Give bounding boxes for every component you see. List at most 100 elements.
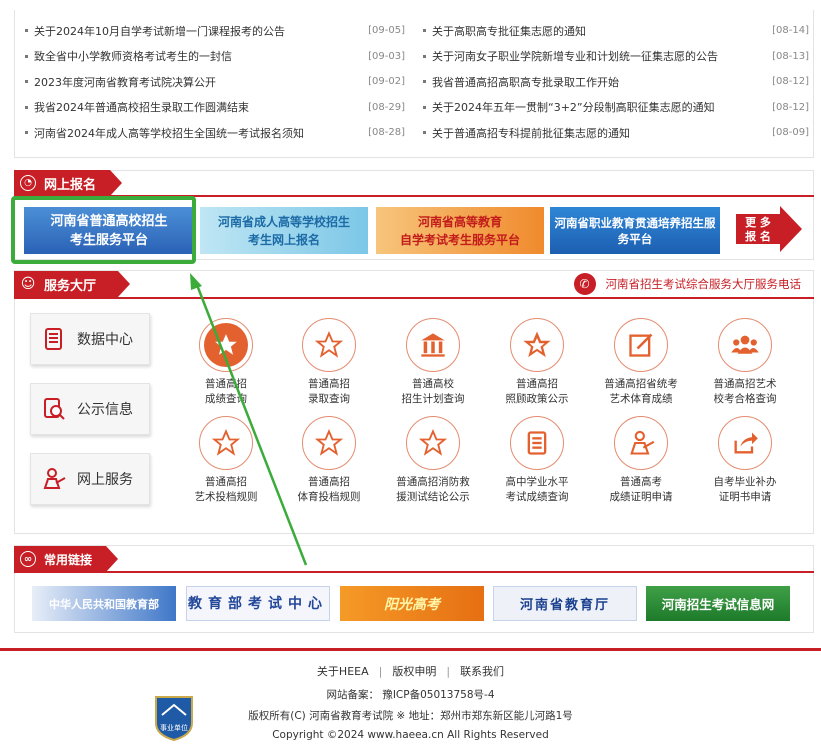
link-moe[interactable]: 中华人民共和国教育部	[32, 586, 176, 621]
link-icon: ∞	[20, 551, 36, 567]
star-icon	[315, 331, 343, 358]
service-academic-test[interactable]: 高中学业水平 考试成绩查询	[487, 416, 587, 505]
service-art-exam-qualified[interactable]: 普通高招艺术 校考合格查询	[695, 318, 795, 407]
service-label: 自考毕业补办 证明书申请	[713, 476, 777, 503]
institution-badge-icon[interactable]: 事业单位	[152, 693, 196, 741]
news-item[interactable]: 关于2024年10月自学考试新增一门课程报考的公告 [09-05]	[25, 18, 405, 44]
section-tag: ◔ 网上报名	[14, 170, 123, 196]
more-registration-button[interactable]: 更 多 报 名	[736, 206, 802, 252]
banner-adult-enrollment[interactable]: 河南省成人高等学校招生 考生网上报名	[200, 207, 368, 254]
side-button-label: 数据中心	[77, 332, 133, 348]
service-policy-notice[interactable]: 普通高招 照顾政策公示	[487, 318, 587, 407]
icon-circle	[199, 416, 253, 470]
news-item[interactable]: 关于高职高专批征集志愿的通知 [08-14]	[423, 18, 809, 44]
news-item[interactable]: 关于2024年五年一贯制“3+2”分段制高职征集志愿的通知 [08-12]	[423, 95, 809, 121]
bullet	[25, 105, 28, 109]
bullet	[423, 29, 426, 33]
news-item[interactable]: 我省普通高招高职高专批录取工作开始 [08-12]	[423, 69, 809, 95]
icon-circle	[614, 318, 668, 372]
news-item[interactable]: 2023年度河南省教育考试院决算公开 [09-02]	[25, 69, 405, 95]
news-date: [09-05]	[368, 25, 405, 37]
news-item[interactable]: 致全省中小学教师资格考试考生的一封信 [09-03]	[25, 44, 405, 70]
service-enrollment-plan[interactable]: 普通高校 招生计划查询	[383, 318, 483, 407]
news-date: [08-13]	[772, 50, 809, 62]
news-title[interactable]: 2023年度河南省教育考试院决算公开	[34, 74, 362, 90]
news-title[interactable]: 我省普通高招高职高专批录取工作开始	[432, 74, 766, 90]
footer-copyright: Copyright ©2024 www.haeea.cn All Rights …	[272, 729, 549, 741]
building-icon	[421, 333, 445, 357]
footer-nav: 关于HEEA | 版权申明 | 联系我们	[0, 663, 821, 679]
bullet	[25, 80, 28, 84]
service-label: 普通高招艺术 校考合格查询	[713, 378, 777, 405]
online-service-button[interactable]: 网上服务	[30, 453, 150, 505]
link-henan-exam-info[interactable]: 河南招生考试信息网	[646, 586, 790, 621]
icon-circle	[302, 416, 356, 470]
service-score-query[interactable]: 普通高招 成绩查询	[176, 318, 276, 407]
service-phone[interactable]: ✆ 河南省招生考试综合服务大厅服务电话	[573, 273, 802, 295]
footer-link-contact[interactable]: 联系我们	[460, 665, 504, 678]
news-title[interactable]: 关于高职高专批征集志愿的通知	[432, 23, 766, 39]
news-date: [09-03]	[368, 50, 405, 62]
icon-circle	[302, 318, 356, 372]
footer-link-about[interactable]: 关于HEEA	[317, 665, 369, 678]
bullet	[423, 105, 426, 109]
news-item[interactable]: 我省2024年普通高校招生录取工作圆满结束 [08-29]	[25, 95, 405, 121]
more-label-1: 更 多	[745, 215, 771, 229]
service-score-certificate[interactable]: 普通高考 成绩证明申请	[591, 416, 691, 505]
section-divider	[14, 297, 814, 299]
news-title[interactable]: 关于2024年10月自学考试新增一门课程报考的公告	[34, 23, 362, 39]
bullet	[423, 80, 426, 84]
service-fire-rescue[interactable]: 普通高招消防救 援测试结论公示	[383, 416, 483, 505]
news-title[interactable]: 河南省2024年成人高等学校招生全国统一考试报名须知	[34, 125, 362, 141]
news-item[interactable]: 关于普通高招专科提前批征集志愿的通知 [08-09]	[423, 120, 809, 146]
bullet	[25, 131, 28, 135]
public-info-button[interactable]: 公示信息	[30, 383, 150, 435]
section-title: 常用链接	[44, 552, 93, 567]
link-sunshine-gaokao[interactable]: 阳光高考	[340, 586, 484, 621]
section-title: 网上报名	[44, 177, 97, 193]
link-exam-center[interactable]: 教育部考试中心	[186, 586, 330, 621]
section-divider	[14, 571, 814, 573]
footer-link-copyright[interactable]: 版权申明	[392, 665, 436, 678]
banner-line: 考生服务平台	[69, 232, 148, 248]
bullet	[25, 29, 28, 33]
icon-circle	[199, 318, 253, 372]
link-label: 中华人民共和国教育部	[49, 597, 159, 611]
banner-gaokao-platform[interactable]: 河南省普通高校招生 考生服务平台	[24, 207, 194, 254]
icon-circle	[718, 318, 772, 372]
phone-label: 河南省招生考试综合服务大厅服务电话	[605, 277, 802, 291]
bullet	[25, 54, 28, 58]
service-sports-rules[interactable]: 普通高招 体育投档规则	[279, 416, 379, 505]
service-art-sports-score[interactable]: 普通高招省统考 艺术体育成绩	[591, 318, 691, 407]
data-center-button[interactable]: 数据中心	[30, 313, 150, 365]
news-list-left: 关于2024年10月自学考试新增一门课程报考的公告 [09-05] 致全省中小学教…	[25, 18, 405, 146]
service-label: 普通高招消防救 援测试结论公示	[396, 476, 470, 503]
news-title[interactable]: 关于普通高招专科提前批征集志愿的通知	[432, 125, 766, 141]
online-registration-header: ◔ 网上报名	[14, 170, 123, 196]
news-date: [08-09]	[772, 127, 809, 139]
news-item[interactable]: 关于河南女子职业学院新增专业和计划统一征集志愿的公告 [08-13]	[423, 44, 809, 70]
banner-vocational-platform[interactable]: 河南省职业教育贯通培养招生服务平台	[550, 207, 720, 254]
news-panel: 关于2024年10月自学考试新增一门课程报考的公告 [09-05] 致全省中小学教…	[14, 10, 814, 158]
service-admission-query[interactable]: 普通高招 录取查询	[279, 318, 379, 407]
news-title[interactable]: 我省2024年普通高校招生录取工作圆满结束	[34, 99, 362, 115]
footer-org: 版权所有(C) 河南省教育考试院 ※ 地址：郑州市郑东新区能儿河路1号	[248, 710, 573, 722]
banner-line: 河南省职业教育贯通培养招生服务平台	[554, 215, 716, 246]
bullet	[423, 131, 426, 135]
service-art-rules[interactable]: 普通高招 艺术投档规则	[176, 416, 276, 505]
news-date: [08-29]	[368, 101, 405, 113]
news-item[interactable]: 河南省2024年成人高等学校招生全国统一考试报名须知 [08-28]	[25, 120, 405, 146]
section-tag: ☺ 服务大厅	[14, 271, 131, 297]
banner-self-study-exam[interactable]: 河南省高等教育 自学考试考生服务平台	[376, 207, 544, 254]
link-label: 教育部考试中心	[188, 595, 328, 612]
side-button-label: 网上服务	[77, 472, 133, 488]
news-title[interactable]: 关于2024年五年一贯制“3+2”分段制高职征集志愿的通知	[432, 99, 766, 115]
news-title[interactable]: 致全省中小学教师资格考试考生的一封信	[34, 48, 362, 64]
link-label: 河南招生考试信息网	[661, 597, 775, 612]
link-henan-edu-dept[interactable]: 河南省教育厅	[493, 586, 637, 621]
service-label: 普通高招 体育投档规则	[297, 476, 361, 503]
service-graduation-certificate[interactable]: 自考毕业补办 证明书申请	[695, 416, 795, 505]
news-title[interactable]: 关于河南女子职业学院新增专业和计划统一征集志愿的公告	[432, 48, 766, 64]
person-desk-icon	[630, 430, 655, 455]
icon-circle	[718, 416, 772, 470]
